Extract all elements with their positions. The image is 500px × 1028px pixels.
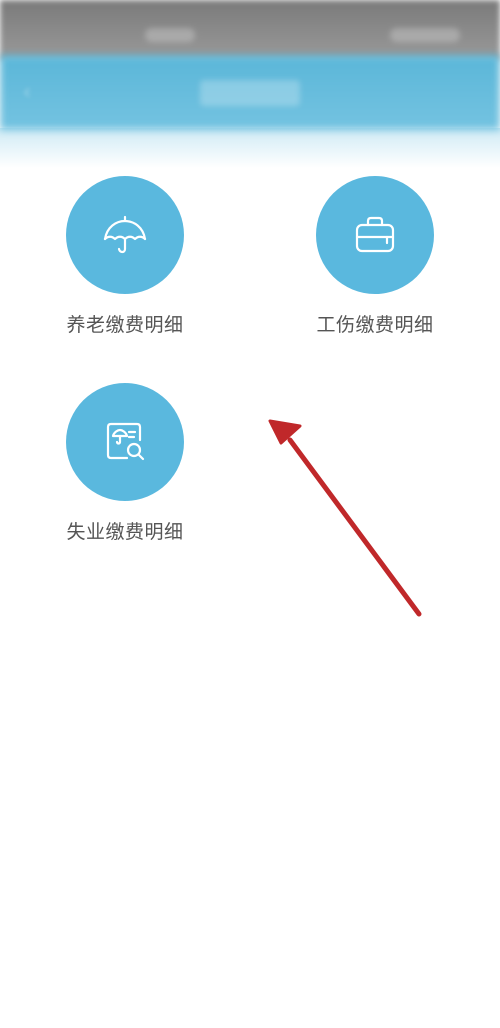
document-search-icon (106, 422, 145, 461)
pension-label: 养老缴费明细 (66, 314, 184, 336)
pension-payment-details-tile[interactable]: 养老缴费明细 (40, 176, 210, 356)
briefcase-icon (355, 216, 395, 253)
status-icons (390, 28, 460, 42)
pension-icon-circle[interactable] (66, 176, 184, 294)
work-injury-icon-circle[interactable] (316, 176, 434, 294)
page-title (200, 80, 300, 106)
status-bar (0, 0, 500, 60)
unemployment-icon-circle[interactable] (66, 383, 184, 501)
unemployment-label: 失业缴费明细 (66, 521, 184, 543)
umbrella-icon (103, 215, 147, 254)
work-injury-label: 工伤缴费明细 (316, 314, 434, 336)
status-time (145, 28, 195, 42)
unemployment-payment-details-tile[interactable]: 失业缴费明细 (40, 383, 210, 563)
work-injury-payment-details-tile[interactable]: 工伤缴费明细 (290, 176, 460, 356)
back-arrow-icon[interactable]: ‹ (14, 80, 40, 106)
header-fade (0, 128, 500, 168)
